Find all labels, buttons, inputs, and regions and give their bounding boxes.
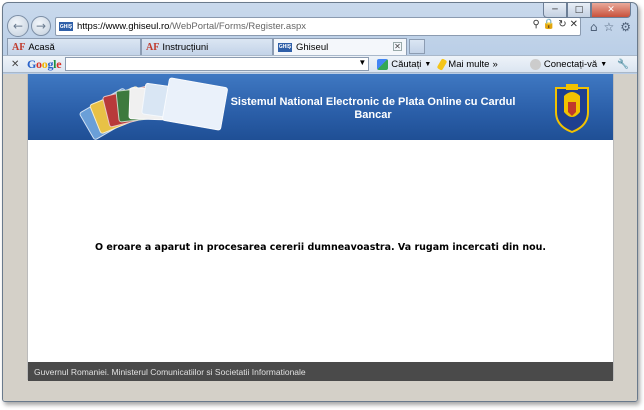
back-button[interactable]: ←	[7, 15, 29, 37]
site-favicon: GHIŞ	[278, 42, 292, 52]
af-logo-icon: AF	[146, 41, 160, 53]
error-message: O eroare a aparut in procesarea cererii …	[94, 242, 547, 253]
tab-strip: AF Acasă AF Instrucțiuni GHIŞ Ghiseul ✕	[3, 37, 637, 55]
close-toolbar-icon[interactable]: ✕	[11, 59, 23, 70]
banner-title: Sistemul National Electronic de Plata On…	[230, 96, 516, 121]
forward-button[interactable]: →	[31, 16, 51, 36]
address-bar-icons: ⚲ 🔒 ↻ ✕	[532, 19, 578, 30]
browser-window: ← → GHIŞ https://www.ghiseul.ro/WebPorta…	[2, 2, 638, 402]
star-icon[interactable]: ☆	[603, 20, 614, 34]
card-reader	[161, 77, 229, 131]
bank-cards-image	[78, 77, 229, 141]
web-page: Sistemul National Electronic de Plata On…	[27, 74, 614, 381]
gear-icon[interactable]: ⚙	[620, 20, 631, 34]
lock-icon[interactable]: 🔒	[543, 19, 555, 30]
page-viewport: Sistemul National Electronic de Plata On…	[3, 74, 637, 401]
forward-arrow-icon: →	[35, 19, 47, 33]
minimize-button[interactable]: ─	[543, 3, 567, 18]
google-logo: Google	[27, 56, 62, 72]
chevron-down-icon[interactable]: ▼	[358, 58, 366, 67]
tab-label: Acasă	[28, 41, 55, 53]
back-arrow-icon: ←	[12, 19, 24, 33]
new-tab-button[interactable]	[409, 39, 425, 54]
more-button[interactable]: Mai multe »	[436, 57, 498, 71]
af-logo-icon: AF	[12, 41, 26, 53]
url-prefix: https://www.ghiseul.ro	[77, 21, 170, 32]
navigation-bar: ← → GHIŞ https://www.ghiseul.ro/WebPorta…	[3, 3, 637, 37]
site-banner: Sistemul National Electronic de Plata On…	[28, 74, 613, 141]
toolbar-right: Conectați-vă ▼ 🔧	[529, 58, 629, 70]
signin-label: Conectați-vă	[543, 58, 598, 70]
tab-label: Instrucțiuni	[162, 41, 209, 53]
google-logo-g: G	[27, 56, 37, 71]
google-logo-e: e	[56, 56, 62, 71]
site-favicon: GHIŞ	[59, 22, 73, 31]
tab-acasa[interactable]: AF Acasă	[7, 38, 141, 55]
chevron-down-icon: ▼	[424, 60, 432, 68]
page-footer: Guvernul Romaniei. Ministerul Comunicati…	[28, 362, 613, 381]
user-icon	[529, 58, 541, 70]
tab-instructiuni[interactable]: AF Instrucțiuni	[141, 38, 273, 55]
search-icon[interactable]: ⚲	[532, 19, 539, 30]
close-button[interactable]: ✕	[591, 3, 631, 18]
home-icon[interactable]: ⌂	[590, 20, 598, 34]
stop-icon[interactable]: ✕	[570, 19, 578, 30]
url-path: /WebPortal/Forms/Register.aspx	[169, 21, 306, 32]
address-bar[interactable]: GHIŞ https://www.ghiseul.ro/WebPortal/Fo…	[55, 17, 581, 36]
signin-link[interactable]: Conectați-vă ▼	[529, 58, 608, 70]
google-search-icon	[377, 58, 389, 70]
search-button-label: Căutați	[391, 58, 422, 70]
tab-label: Ghiseul	[296, 41, 329, 53]
wrench-icon[interactable]: 🔧	[617, 59, 629, 70]
browser-toolbar-icons: ⌂ ☆ ⚙	[590, 20, 631, 34]
double-chevron-icon: »	[492, 58, 498, 70]
close-tab-icon[interactable]: ✕	[393, 42, 402, 51]
chevron-down-icon: ▼	[600, 60, 608, 68]
window-controls: ─ □ ✕	[543, 3, 631, 18]
coat-of-arms-icon	[555, 84, 589, 134]
pencil-icon	[436, 57, 448, 71]
url-text[interactable]: https://www.ghiseul.ro/WebPortal/Forms/R…	[77, 21, 306, 32]
google-search-button[interactable]: Căutați ▼	[377, 58, 432, 70]
google-toolbar: ✕ Google ▼ Căutați ▼ Mai multe » Conecta…	[3, 55, 637, 73]
more-button-label: Mai multe	[448, 58, 490, 70]
google-search-input[interactable]: ▼	[65, 57, 370, 71]
maximize-button[interactable]: □	[567, 3, 591, 18]
refresh-icon[interactable]: ↻	[558, 19, 566, 30]
tab-ghiseul[interactable]: GHIŞ Ghiseul ✕	[273, 38, 407, 55]
